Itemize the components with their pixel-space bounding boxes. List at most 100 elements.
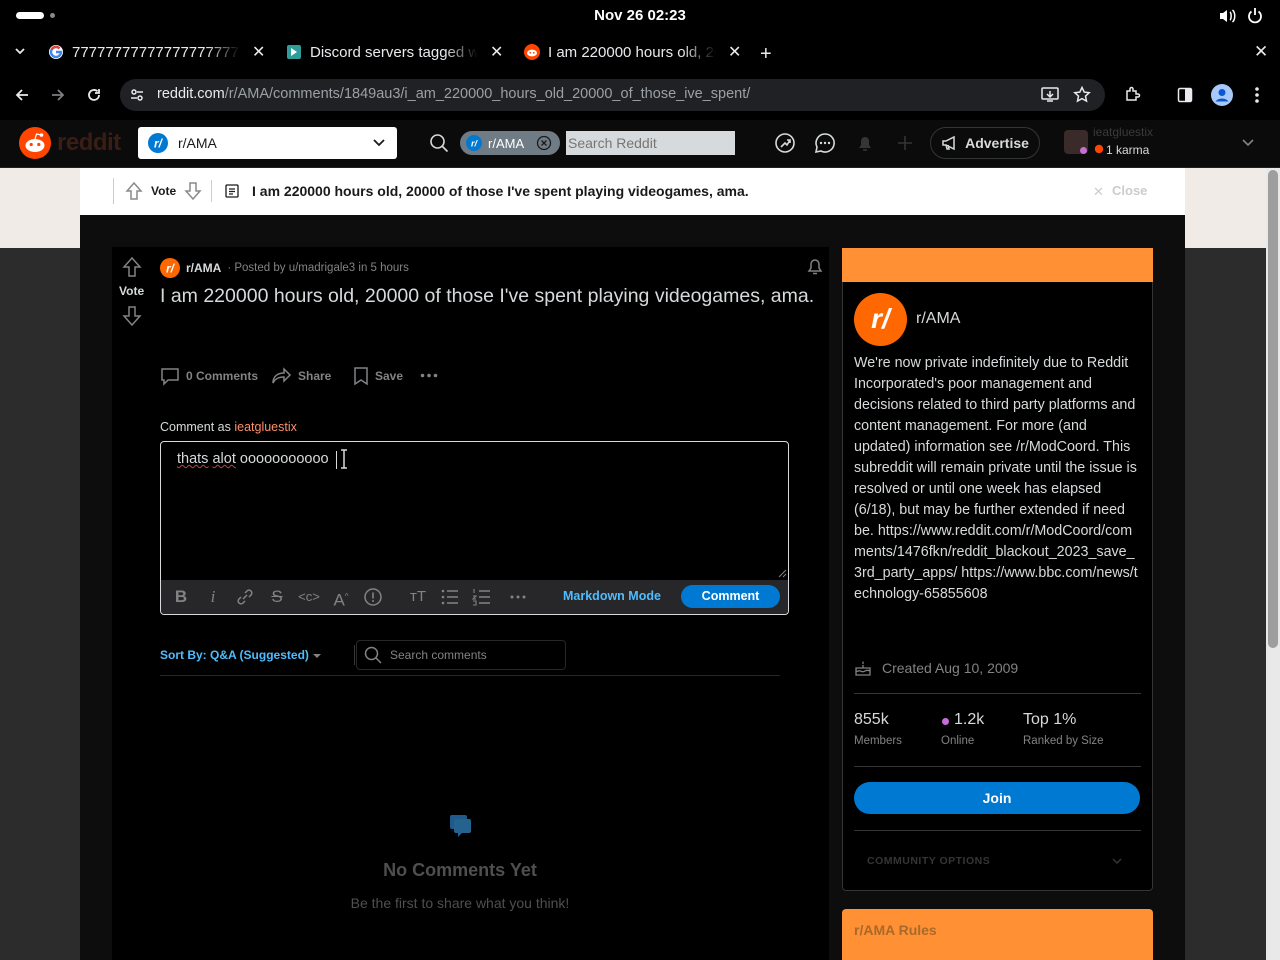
close-tab-icon[interactable]: ✕ xyxy=(490,42,503,62)
advertise-label: Advertise xyxy=(965,135,1029,151)
posted-by: · Posted by u/madrigale3 in 5 hours xyxy=(227,262,409,274)
community-name[interactable]: r/AMA xyxy=(916,310,960,328)
spoiler-icon[interactable] xyxy=(361,586,385,608)
caret-down-icon[interactable] xyxy=(312,653,322,659)
divider xyxy=(854,766,1141,767)
tab-title: I am 220000 hours old, 20000 xyxy=(548,43,716,61)
community-banner xyxy=(842,248,1153,282)
close-label[interactable]: Close xyxy=(1112,183,1147,198)
post-subreddit-link[interactable]: r/AMA xyxy=(186,261,221,275)
tab-reddit-active[interactable]: I am 220000 hours old, 20000 ✕ xyxy=(524,36,744,68)
no-comments-title: No Comments Yet xyxy=(383,860,537,880)
popular-icon[interactable] xyxy=(774,132,796,154)
bookmark-star-icon[interactable] xyxy=(1073,86,1091,103)
more-options-icon[interactable] xyxy=(420,373,438,378)
notification-bell-icon[interactable] xyxy=(855,133,875,153)
url-text[interactable]: reddit.com/r/AMA/comments/1849au3/i_am_2… xyxy=(157,86,750,102)
tab-google[interactable]: 7777777777777777777777777 ✕ xyxy=(48,36,268,68)
community-icon[interactable]: r/ xyxy=(854,293,907,346)
subreddit-dropdown-label: r/AMA xyxy=(178,135,217,151)
online-status-dot xyxy=(1080,147,1087,154)
subreddit-avatar-icon[interactable]: r/ xyxy=(160,258,180,278)
bar-divider xyxy=(211,180,212,202)
ibeam-cursor-icon xyxy=(339,449,349,469)
remove-chip-icon[interactable] xyxy=(536,135,552,151)
numbered-list-icon[interactable] xyxy=(470,586,494,608)
bold-icon[interactable]: B xyxy=(169,586,193,608)
vote-label: Vote xyxy=(151,184,177,198)
back-icon[interactable] xyxy=(14,87,30,103)
superscript-icon[interactable]: A^ xyxy=(329,586,353,610)
tab-disboard[interactable]: Discord servers tagged with ✕ xyxy=(286,36,506,68)
search-comments-input[interactable]: Search comments xyxy=(356,640,566,670)
join-button[interactable]: Join xyxy=(854,782,1140,814)
comments-count: 0 Comments xyxy=(186,369,259,383)
new-tab-icon[interactable]: + xyxy=(760,43,772,66)
link-icon[interactable] xyxy=(233,586,257,608)
install-app-icon[interactable] xyxy=(1041,86,1059,103)
members-count: 855k xyxy=(854,711,889,728)
close-icon[interactable]: ✕ xyxy=(1093,184,1104,200)
follow-bell-icon[interactable] xyxy=(805,256,825,276)
backdrop-left xyxy=(0,168,80,248)
downvote-icon[interactable] xyxy=(122,305,142,327)
community-options-toggle[interactable]: COMMUNITY OPTIONS xyxy=(867,855,990,867)
created-text: Created Aug 10, 2009 xyxy=(882,660,1019,676)
system-clock[interactable]: Nov 26 02:23 xyxy=(0,7,1280,24)
italic-icon[interactable]: i xyxy=(201,586,225,608)
misspelled-word: thats xyxy=(177,451,209,467)
cake-icon xyxy=(854,659,872,677)
close-tab-icon[interactable]: ✕ xyxy=(728,42,741,62)
comment-text[interactable]: thats alot ooooooooooo xyxy=(177,451,329,467)
create-post-icon[interactable] xyxy=(895,133,915,153)
heading-icon[interactable]: ᴛT xyxy=(406,586,430,608)
power-icon[interactable] xyxy=(1247,7,1263,24)
upvote-icon[interactable] xyxy=(125,181,143,201)
comments-button[interactable]: 0 Comments xyxy=(160,366,258,386)
bulleted-list-icon[interactable] xyxy=(438,586,462,608)
search-comments-placeholder: Search comments xyxy=(390,648,487,662)
scrollbar-thumb[interactable] xyxy=(1268,170,1278,648)
downvote-icon[interactable] xyxy=(184,181,202,201)
no-comments-subtitle: Be the first to share what you think! xyxy=(350,895,570,911)
more-formatting-icon[interactable] xyxy=(506,586,530,608)
side-panel-icon[interactable] xyxy=(1177,87,1193,103)
reddit-logo[interactable]: reddit xyxy=(19,127,121,159)
chat-icon[interactable] xyxy=(814,132,836,154)
upvote-icon[interactable] xyxy=(122,256,142,278)
megaphone-icon xyxy=(941,135,959,151)
reload-icon[interactable] xyxy=(86,87,102,103)
save-button[interactable]: Save xyxy=(353,366,403,386)
forward-icon[interactable] xyxy=(50,87,66,103)
tab-list-chevron-icon[interactable] xyxy=(14,46,26,56)
extensions-icon[interactable] xyxy=(1124,86,1141,103)
resize-handle-icon[interactable] xyxy=(778,569,787,578)
advertise-button[interactable]: Advertise xyxy=(930,127,1040,159)
volume-icon[interactable] xyxy=(1218,8,1236,24)
markdown-mode-button[interactable]: Markdown Mode xyxy=(563,589,661,603)
description-links[interactable]: https://www.reddit.com/r/ModCoord/commen… xyxy=(854,523,1138,602)
tab-title: Discord servers tagged with xyxy=(310,43,478,61)
user-menu-chevron-icon[interactable] xyxy=(1242,139,1254,147)
strikethrough-icon[interactable]: S xyxy=(265,586,289,608)
divider xyxy=(854,693,1141,694)
subreddit-dropdown[interactable]: r/ r/AMA xyxy=(138,127,397,159)
browser-menu-icon[interactable] xyxy=(1255,86,1259,104)
chevron-down-icon[interactable] xyxy=(1112,858,1122,865)
submit-comment-button[interactable]: Comment xyxy=(681,585,780,608)
description-text: We're now private indefinitely due to Re… xyxy=(854,355,1137,539)
close-tab-icon[interactable]: ✕ xyxy=(252,42,265,62)
site-info-icon[interactable] xyxy=(129,87,145,103)
share-button[interactable]: Share xyxy=(272,366,331,386)
inline-code-icon[interactable]: <c> xyxy=(297,586,321,608)
comment-as-label: Comment as ieatgluestix xyxy=(160,420,297,434)
search-scope-chip[interactable]: r/ r/AMA xyxy=(460,131,560,155)
close-window-icon[interactable]: ✕ xyxy=(1254,42,1268,62)
profile-avatar-icon[interactable] xyxy=(1211,84,1233,106)
post-title: I am 220000 hours old, 20000 of those I'… xyxy=(160,285,815,307)
no-comments-icon xyxy=(449,814,473,838)
comment-as-username[interactable]: ieatgluestix xyxy=(234,420,297,434)
sort-comments-dropdown[interactable]: Sort By: Q&A (Suggested) xyxy=(160,648,309,662)
tab-title: 7777777777777777777777777 xyxy=(72,43,240,61)
search-input[interactable] xyxy=(566,131,735,155)
